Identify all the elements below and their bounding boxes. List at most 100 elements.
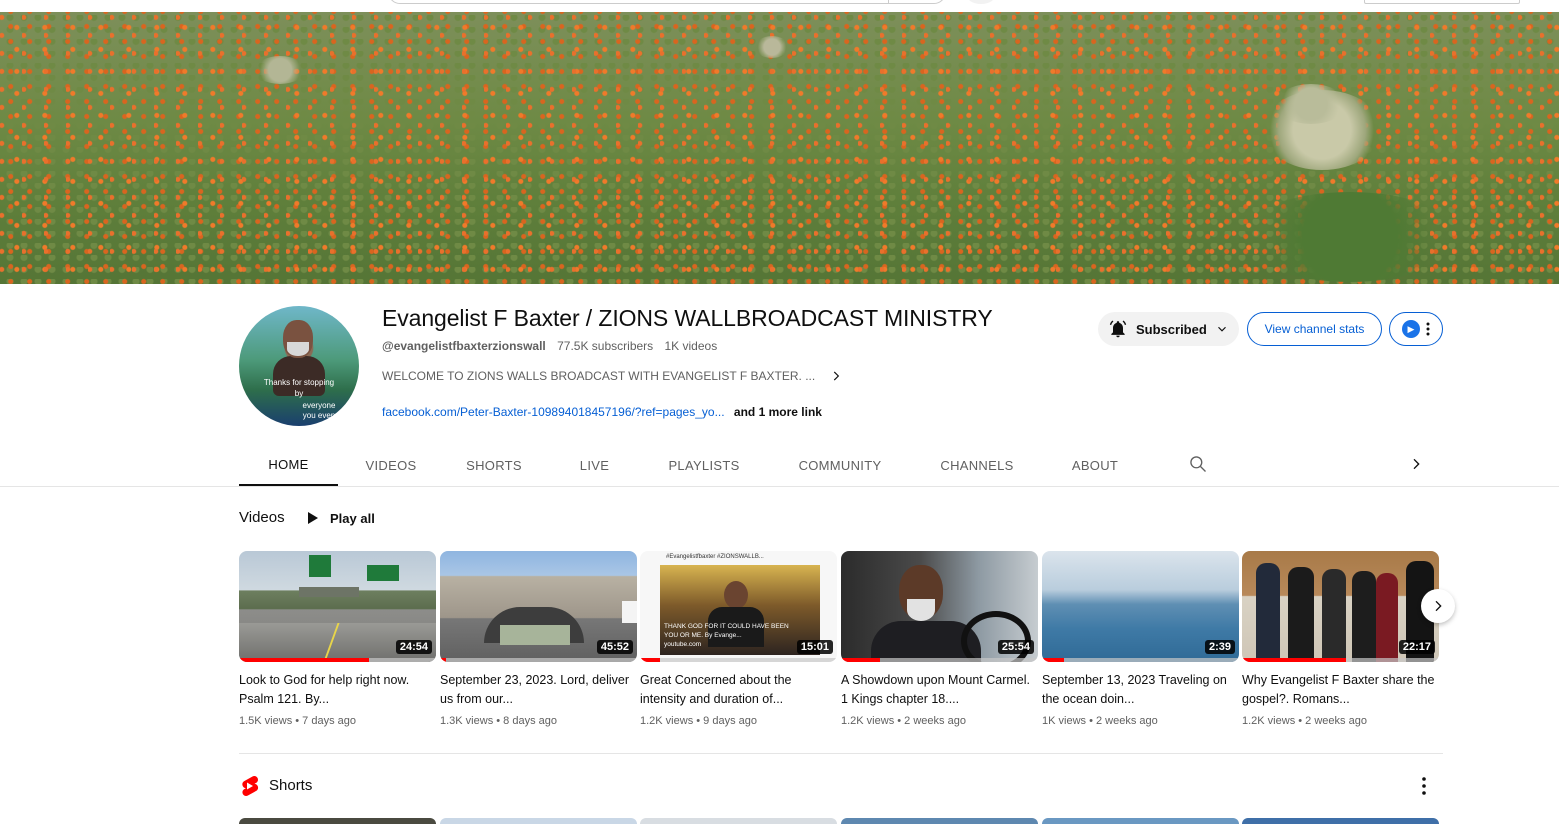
voice-search-button[interactable] [966, 0, 996, 4]
view-channel-stats-button[interactable]: View channel stats [1247, 312, 1382, 346]
subscribed-label: Subscribed [1136, 321, 1207, 337]
video-title[interactable]: Look to God for help right now. Psalm 12… [239, 671, 436, 709]
short-thumbnail[interactable] [640, 818, 837, 824]
short-thumbnail[interactable] [1242, 818, 1439, 824]
video-meta: 1.2K views • 9 days ago [640, 715, 757, 727]
view-count: 1.5K views [239, 715, 293, 727]
channel-handle: @evangelistfbaxterzionswall [382, 339, 546, 353]
tab-shorts[interactable]: SHORTS [444, 444, 544, 486]
tab-home[interactable]: HOME [239, 444, 338, 486]
thumbnail-overlay-text: #Evangelistfbaxter #ZIONSWALLB... [666, 554, 764, 560]
chevron-right-icon[interactable] [1408, 456, 1424, 472]
shorts-shelf-title[interactable]: Shorts [269, 777, 312, 794]
video-thumbnail[interactable]: 24:54 [239, 551, 436, 662]
upload-age: 9 days ago [703, 715, 757, 727]
video-thumbnail[interactable]: 2:39 [1042, 551, 1239, 662]
video-title[interactable]: Why Evangelist F Baxter share the gospel… [1242, 671, 1439, 709]
thumbnail-overlay-text: youtube.com [664, 641, 702, 648]
thumbnail-overlay-text: THANK GOD FOR IT COULD HAVE BEEN [664, 623, 789, 630]
view-count: 1.2K views [841, 715, 895, 727]
video-meta: 1K views • 2 weeks ago [1042, 715, 1158, 727]
upload-age: 2 weeks ago [1096, 715, 1158, 727]
upload-age: 8 days ago [503, 715, 557, 727]
video-thumbnail[interactable]: #Evangelistfbaxter #ZIONSWALLB... THANK … [640, 551, 837, 662]
video-title[interactable]: A Showdown upon Mount Carmel. 1 Kings ch… [841, 671, 1038, 709]
channel-link[interactable]: facebook.com/Peter-Baxter-10989401845719… [382, 405, 725, 419]
extension-menu-button[interactable]: ▶ [1389, 312, 1443, 346]
channel-links: facebook.com/Peter-Baxter-10989401845719… [382, 405, 822, 419]
view-count: 1K views [1042, 715, 1087, 727]
play-all-label: Play all [330, 510, 375, 526]
watch-progress-bar [640, 658, 660, 662]
tab-community[interactable]: COMMUNITY [763, 444, 917, 486]
upload-age: 7 days ago [302, 715, 356, 727]
video-card[interactable]: 22:17 Why Evangelist F Baxter share the … [1242, 551, 1439, 727]
channel-description[interactable]: WELCOME TO ZIONS WALLS BROADCAST WITH EV… [382, 369, 843, 383]
channel-avatar[interactable]: Thanks for stopping by everyone you even [239, 306, 359, 426]
video-thumbnail[interactable]: 25:54 [841, 551, 1038, 662]
video-meta: 1.5K views • 7 days ago [239, 715, 356, 727]
search-button-divider [888, 0, 889, 4]
avatar-beard [287, 342, 309, 356]
shelf-next-button[interactable] [1421, 589, 1455, 623]
view-count: 1.2K views [1242, 715, 1296, 727]
video-card[interactable]: 2:39 September 13, 2023 Traveling on the… [1042, 551, 1239, 727]
search-icon[interactable] [1188, 454, 1208, 474]
subscriber-count: 77.5K subscribers [557, 339, 654, 353]
short-thumbnail[interactable] [239, 818, 436, 824]
shelf-divider [239, 753, 1443, 754]
avatar-overlay-text: everyone [302, 401, 336, 410]
chevron-right-icon [1435, 600, 1442, 612]
subscribed-button[interactable]: Subscribed [1098, 312, 1239, 346]
chevron-down-icon [1217, 326, 1226, 332]
video-title[interactable]: Great Concerned about the intensity and … [640, 671, 837, 709]
video-thumbnail[interactable]: 45:52 [440, 551, 637, 662]
watch-progress-bar [239, 658, 370, 662]
videos-shelf-title[interactable]: Videos [239, 509, 285, 526]
tab-playlists[interactable]: PLAYLISTS [645, 444, 763, 486]
tab-channels[interactable]: CHANNELS [917, 444, 1037, 486]
short-thumbnail[interactable] [841, 818, 1038, 824]
search-input[interactable] [388, 0, 946, 4]
watch-progress-bar [1242, 658, 1347, 662]
video-duration: 45:52 [596, 640, 633, 654]
channel-meta: @evangelistfbaxterzionswall 77.5K subscr… [382, 339, 725, 353]
chevron-right-icon[interactable] [829, 369, 843, 383]
video-duration: 2:39 [1204, 640, 1235, 654]
masthead [0, 0, 1559, 12]
avatar-overlay-text: Thanks for stopping [263, 378, 335, 387]
more-links[interactable]: and 1 more link [734, 405, 822, 419]
channel-banner [0, 12, 1559, 284]
tab-videos[interactable]: VIDEOS [338, 444, 444, 486]
video-card[interactable]: 24:54 Look to God for help right now. Ps… [239, 551, 436, 727]
video-title[interactable]: September 23, 2023. Lord, deliver us fro… [440, 671, 637, 709]
video-card[interactable]: 25:54 A Showdown upon Mount Carmel. 1 Ki… [841, 551, 1038, 727]
play-all-button[interactable]: Play all [304, 508, 375, 528]
short-thumbnail[interactable] [1042, 818, 1239, 824]
video-title[interactable]: September 13, 2023 Traveling on the ocea… [1042, 671, 1239, 709]
tab-live[interactable]: LIVE [544, 444, 645, 486]
tab-about[interactable]: ABOUT [1037, 444, 1153, 486]
video-duration: 15:01 [796, 640, 833, 654]
video-card[interactable]: #Evangelistfbaxter #ZIONSWALLB... THANK … [640, 551, 837, 727]
video-duration: 24:54 [395, 640, 432, 654]
short-thumbnail[interactable] [440, 818, 637, 824]
tabs-divider [0, 486, 1559, 487]
video-duration: 22:17 [1398, 640, 1435, 654]
upload-age: 2 weeks ago [904, 715, 966, 727]
sign-in-box[interactable] [1364, 0, 1520, 4]
view-count: 1.2K views [640, 715, 694, 727]
extension-logo-icon: ▶ [1402, 320, 1420, 338]
more-vert-icon[interactable] [1416, 776, 1432, 796]
progress-track [640, 658, 837, 662]
progress-track [1042, 658, 1239, 662]
thumbnail-overlay-text: YOU OR ME. By Evange... [664, 632, 742, 639]
video-count: 1K videos [664, 339, 718, 353]
more-vert-icon [1426, 322, 1430, 336]
video-card[interactable]: 45:52 September 23, 2023. Lord, deliver … [440, 551, 637, 727]
view-count: 1.3K views [440, 715, 494, 727]
bell-icon [1109, 320, 1127, 338]
video-thumbnail[interactable]: 22:17 [1242, 551, 1439, 662]
video-meta: 1.2K views • 2 weeks ago [841, 715, 966, 727]
shorts-icon [242, 776, 259, 796]
